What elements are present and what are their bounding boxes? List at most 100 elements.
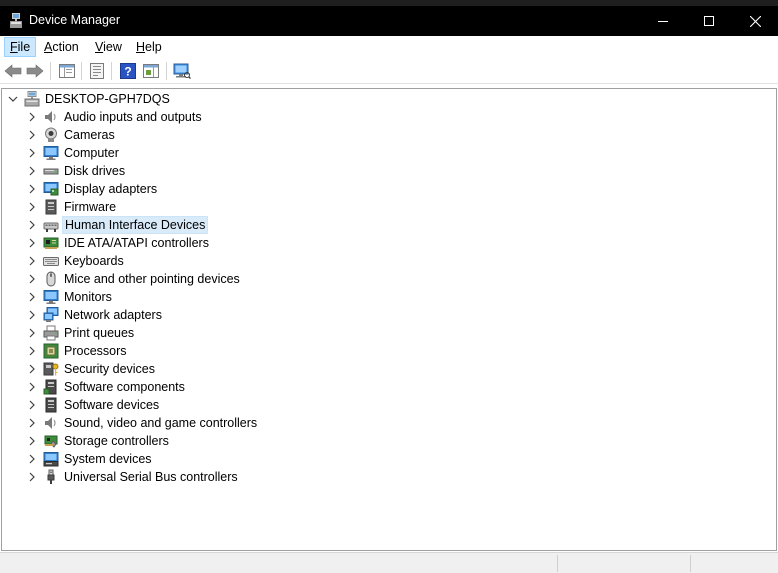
action-pane-button[interactable] bbox=[141, 61, 161, 81]
action-pane-icon bbox=[143, 64, 159, 78]
window-title: Device Manager bbox=[29, 13, 121, 27]
toolbar-separator bbox=[166, 62, 167, 80]
display-adapter-icon bbox=[43, 182, 59, 196]
status-bar-separator bbox=[690, 555, 691, 572]
tree-category-label: Network adapters bbox=[64, 308, 162, 322]
software-component-icon bbox=[43, 379, 57, 395]
tree-category-label: Software devices bbox=[64, 398, 160, 412]
chevron-right-icon[interactable] bbox=[27, 346, 37, 356]
ide-controller-icon bbox=[43, 237, 59, 249]
tree-category-label: Computer bbox=[64, 146, 119, 160]
camera-icon bbox=[45, 127, 57, 142]
tree-category-firmware[interactable]: Firmware bbox=[2, 198, 776, 216]
usb-icon bbox=[47, 469, 55, 484]
device-tree[interactable]: DESKTOP-GPH7DQS Audio inputs and outputs… bbox=[1, 88, 777, 551]
chevron-right-icon[interactable] bbox=[27, 148, 37, 158]
tree-category-camera[interactable]: Cameras bbox=[2, 126, 776, 144]
chevron-right-icon[interactable] bbox=[27, 454, 37, 464]
menu-help[interactable]: Help bbox=[131, 37, 167, 57]
tree-category-label: IDE ATA/ATAPI controllers bbox=[64, 236, 209, 250]
menu-action[interactable]: Action bbox=[39, 37, 84, 57]
tree-category-display-adapter[interactable]: Display adapters bbox=[2, 180, 776, 198]
tree-category-storage-controller[interactable]: Storage controllers bbox=[2, 432, 776, 450]
chevron-right-icon[interactable] bbox=[27, 310, 37, 320]
minimize-button[interactable] bbox=[640, 6, 686, 36]
chevron-down-icon[interactable] bbox=[8, 94, 18, 104]
toolbar-separator bbox=[50, 62, 51, 80]
chevron-right-icon[interactable] bbox=[27, 328, 37, 338]
system-devices-icon bbox=[43, 452, 59, 467]
tree-category-system-devices[interactable]: System devices bbox=[2, 450, 776, 468]
tree-category-label: Security devices bbox=[64, 362, 156, 376]
chevron-right-icon[interactable] bbox=[27, 436, 37, 446]
tree-category-printer[interactable]: Print queues bbox=[2, 324, 776, 342]
tree-category-label: Mice and other pointing devices bbox=[64, 272, 240, 286]
tree-category-processor[interactable]: Processors bbox=[2, 342, 776, 360]
printer-icon bbox=[43, 325, 59, 341]
back-button[interactable] bbox=[3, 61, 23, 81]
tree-category-usb[interactable]: Universal Serial Bus controllers bbox=[2, 468, 776, 486]
tree-category-label: System devices bbox=[64, 452, 152, 466]
tree-category-hid[interactable]: Human Interface Devices bbox=[2, 216, 776, 234]
chevron-right-icon[interactable] bbox=[27, 418, 37, 428]
tree-category-speaker[interactable]: Audio inputs and outputs bbox=[2, 108, 776, 126]
maximize-button[interactable] bbox=[686, 6, 732, 36]
tree-category-sound-controller[interactable]: Sound, video and game controllers bbox=[2, 414, 776, 432]
chevron-right-icon[interactable] bbox=[27, 274, 37, 284]
tree-category-label: Cameras bbox=[64, 128, 115, 142]
tree-category-label: Processors bbox=[64, 344, 127, 358]
tree-category-label: Print queues bbox=[64, 326, 135, 340]
help-button[interactable]: ? bbox=[118, 61, 138, 81]
tree-category-disk-drive[interactable]: Disk drives bbox=[2, 162, 776, 180]
tree-category-label: Monitors bbox=[64, 290, 112, 304]
properties-button[interactable] bbox=[87, 61, 107, 81]
tree-category-mouse[interactable]: Mice and other pointing devices bbox=[2, 270, 776, 288]
tree-category-monitor[interactable]: Monitors bbox=[2, 288, 776, 306]
mouse-icon bbox=[46, 271, 56, 287]
disk-drive-icon bbox=[43, 168, 59, 175]
chevron-right-icon[interactable] bbox=[27, 364, 37, 374]
status-bar bbox=[0, 552, 778, 573]
show-hide-console-tree-button[interactable] bbox=[57, 61, 77, 81]
close-icon bbox=[749, 15, 761, 27]
chevron-right-icon[interactable] bbox=[27, 184, 37, 194]
tree-category-software-device[interactable]: Software devices bbox=[2, 396, 776, 414]
processor-icon bbox=[43, 343, 59, 359]
chevron-right-icon[interactable] bbox=[27, 238, 37, 248]
chevron-right-icon[interactable] bbox=[27, 166, 37, 176]
close-button[interactable] bbox=[732, 6, 778, 36]
hid-icon bbox=[43, 222, 59, 232]
menu-file[interactable]: File bbox=[4, 37, 37, 57]
chevron-right-icon[interactable] bbox=[27, 292, 37, 302]
tree-category-security-device[interactable]: Security devices bbox=[2, 360, 776, 378]
chevron-right-icon[interactable] bbox=[27, 400, 37, 410]
scan-monitor-icon bbox=[173, 63, 191, 79]
tree-category-network-adapter[interactable]: Network adapters bbox=[2, 306, 776, 324]
forward-arrow-icon bbox=[26, 64, 44, 78]
properties-icon bbox=[90, 63, 104, 79]
svg-text:?: ? bbox=[124, 65, 131, 79]
tree-category-label: Disk drives bbox=[64, 164, 126, 178]
chevron-right-icon[interactable] bbox=[27, 382, 37, 392]
tree-category-software-component[interactable]: Software components bbox=[2, 378, 776, 396]
toolbar: ? bbox=[0, 58, 778, 84]
status-bar-separator bbox=[557, 555, 558, 572]
chevron-right-icon[interactable] bbox=[27, 130, 37, 140]
tree-category-ide-controller[interactable]: IDE ATA/ATAPI controllers bbox=[2, 234, 776, 252]
software-device-icon bbox=[45, 397, 57, 413]
device-manager-app-icon bbox=[10, 13, 22, 28]
chevron-right-icon[interactable] bbox=[27, 220, 37, 230]
title-bar[interactable]: Device Manager bbox=[0, 6, 778, 36]
chevron-right-icon[interactable] bbox=[27, 112, 37, 122]
menu-view[interactable]: View bbox=[90, 37, 127, 57]
forward-button[interactable] bbox=[25, 61, 45, 81]
scan-hardware-changes-button[interactable] bbox=[172, 61, 192, 81]
tree-root-row[interactable]: DESKTOP-GPH7DQS bbox=[2, 90, 776, 108]
chevron-right-icon[interactable] bbox=[27, 202, 37, 212]
tree-category-computer[interactable]: Computer bbox=[2, 144, 776, 162]
chevron-right-icon[interactable] bbox=[27, 472, 37, 482]
chevron-right-icon[interactable] bbox=[27, 256, 37, 266]
back-arrow-icon bbox=[4, 64, 22, 78]
tree-category-keyboard[interactable]: Keyboards bbox=[2, 252, 776, 270]
tree-root-label: DESKTOP-GPH7DQS bbox=[45, 92, 170, 106]
